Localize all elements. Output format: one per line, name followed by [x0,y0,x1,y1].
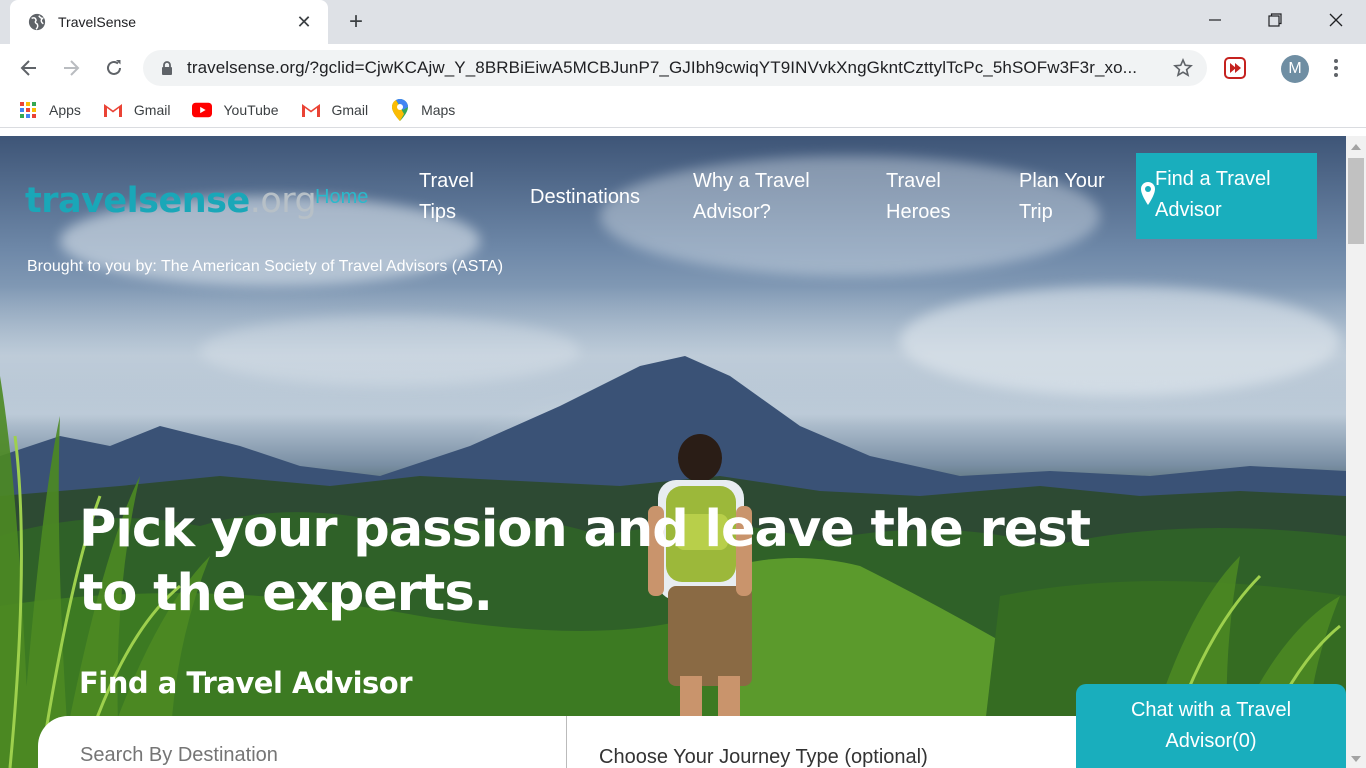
minimize-icon [1209,19,1221,21]
bookmark-label: Gmail [331,101,369,118]
page-viewport: travelsense.org Brought to you by: The A… [0,136,1346,768]
advisor-search-form: Choose Your Journey Type (optional) [38,716,1118,768]
profile-avatar[interactable]: M [1281,55,1309,83]
search-divider [566,716,567,768]
bookmark-star-icon[interactable] [1171,56,1195,80]
extension-icon[interactable] [1222,56,1248,80]
nav-destinations[interactable]: Destinations [530,182,640,213]
nav-why-travel-advisor[interactable]: Why a Travel Advisor? [693,166,810,228]
bookmark-maps[interactable]: Maps [390,98,456,121]
bookmark-gmail[interactable]: Gmail [103,100,171,120]
apps-grid-icon [18,100,38,120]
bookmark-label: Gmail [133,101,171,118]
restore-button[interactable] [1245,0,1305,40]
nav-travel-tips[interactable]: Travel Tips [419,166,474,228]
bookmark-gmail[interactable]: Gmail [301,100,369,120]
chat-with-advisor-button[interactable]: Chat with a Travel Advisor(0) [1076,684,1346,768]
tab-title: TravelSense [58,14,137,30]
asta-tagline: Brought to you by: The American Society … [27,258,504,275]
address-bar[interactable]: travelsense.org/?gclid=CjwKCAjw_Y_8BRBiE… [143,50,1207,86]
scroll-up-arrow-icon[interactable] [1351,144,1361,150]
close-icon [1329,13,1343,27]
arrow-right-icon [64,60,80,76]
close-window-button[interactable] [1306,0,1366,40]
reload-icon [107,60,121,75]
browser-tab[interactable]: TravelSense ✕ [10,0,328,44]
globe-icon [28,13,46,31]
bookmark-label: Apps [49,101,81,118]
lock-icon [162,61,172,75]
tab-close-icon[interactable]: ✕ [294,12,314,33]
find-advisor-heading: Find a Travel Advisor [79,666,413,700]
gmail-icon [301,100,321,120]
bookmark-youtube[interactable]: YouTube [192,100,279,120]
journey-type-select[interactable]: Choose Your Journey Type (optional) [599,746,928,768]
scrollbar-thumb[interactable] [1348,158,1364,244]
url-text[interactable]: travelsense.org/?gclid=CjwKCAjw_Y_8BRBiE… [187,58,1171,78]
gmail-icon [103,100,123,120]
page-scrollbar[interactable] [1346,136,1366,768]
tab-strip: TravelSense ✕ + [0,0,1366,44]
nav-travel-heroes[interactable]: Travel Heroes [886,166,950,228]
youtube-icon [192,100,213,120]
forward-button[interactable] [55,52,87,84]
bookmark-label: Maps [421,101,456,118]
browser-toolbar: travelsense.org/?gclid=CjwKCAjw_Y_8BRBiE… [0,44,1366,92]
browser-menu-icon[interactable] [1324,56,1348,80]
map-pin-icon [1141,182,1155,205]
bookmark-apps[interactable]: Apps [18,100,81,120]
new-tab-button[interactable]: + [342,8,370,36]
site-logo[interactable]: travelsense.org [25,181,317,221]
bookmark-label: YouTube [223,101,279,118]
maps-pin-icon [390,98,410,121]
bookmarks-bar: Apps Gmail YouTube Gmail Maps [0,92,1366,128]
find-travel-advisor-button[interactable]: Find a Travel Advisor [1136,153,1317,239]
hero-headline: Pick your passion and leave the rest to … [79,500,1091,623]
nav-home[interactable]: Home [315,182,368,213]
restore-icon [1268,13,1282,27]
destination-search-input[interactable] [80,744,550,767]
arrow-left-icon [20,60,36,76]
reload-button[interactable] [98,52,130,84]
scroll-down-arrow-icon[interactable] [1351,756,1361,762]
back-button[interactable] [13,52,45,84]
nav-plan-your-trip[interactable]: Plan Your Trip [1019,166,1105,228]
minimize-button[interactable] [1185,0,1245,40]
